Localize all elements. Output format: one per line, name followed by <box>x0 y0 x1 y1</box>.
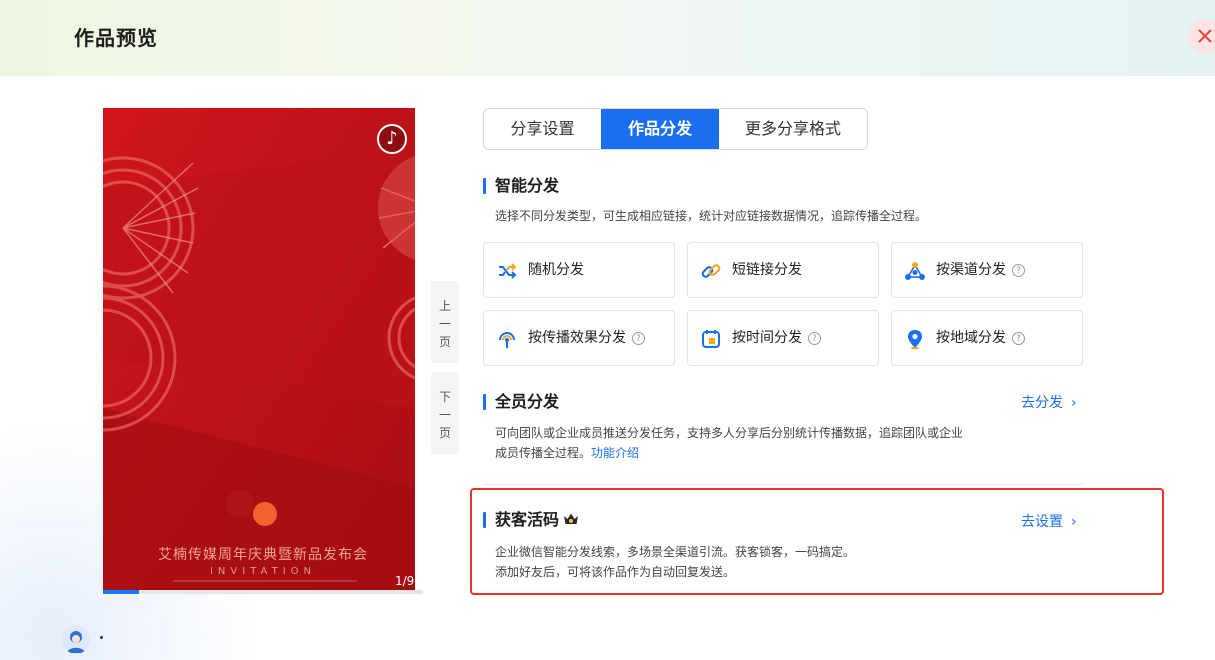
region-distribution-card[interactable]: 按地域分发? <box>891 310 1083 366</box>
leads-desc-line: 添加好友后，可将该作品作为自动回复发送。 <box>495 565 736 579</box>
leads-desc-line: 企业微信智能分发线索，多场景全渠道引流。获客锁客，一码搞定。 <box>495 545 856 559</box>
short-link-distribution-card[interactable]: 短链接分发 <box>687 242 879 298</box>
next-page-char: 页 <box>438 426 451 440</box>
go-distribute-link[interactable]: 去分发 › <box>1021 392 1077 412</box>
feature-intro-link[interactable]: 功能介绍 <box>591 446 639 460</box>
go-settings-label: 去设置 <box>1021 514 1063 530</box>
location-pin-icon <box>908 330 922 350</box>
event-title: 艾楠传媒周年庆典暨新品发布会 <box>158 547 368 563</box>
prev-page-char: 页 <box>438 335 451 349</box>
chevron-right-icon: › <box>1071 395 1077 411</box>
card-label-text: 按地域分发 <box>936 330 1006 346</box>
smart-distribution-desc: 选择不同分发类型，可生成相应链接，统计对应链接数据情况，追踪传播全过程。 <box>495 209 928 223</box>
staff-distribution-title: 全员分发 <box>483 393 559 411</box>
leads-code-title: 获客活码 <box>483 511 579 529</box>
card-label-text: 按传播效果分发 <box>528 330 626 346</box>
random-distribution-card[interactable]: 随机分发 <box>483 242 675 298</box>
card-label: 按渠道分发? <box>936 260 1025 280</box>
close-button[interactable] <box>1188 19 1215 53</box>
help-icon[interactable]: ? <box>1012 264 1025 277</box>
tab-distribution[interactable]: 作品分发 <box>601 109 719 149</box>
music-icon[interactable]: ♪ <box>377 124 407 154</box>
staff-desc-line: 可向团队或企业成员推送分发任务，支持多人分享后分别统计传播数据，追踪团队或企业 <box>495 426 964 440</box>
prev-page-char: 上 <box>438 299 451 313</box>
staff-desc-text: 成员传播全过程。 <box>495 446 592 460</box>
preview-artwork <box>103 108 415 594</box>
card-label-text: 按时间分发 <box>732 330 802 346</box>
next-page-button[interactable]: 下 一 页 <box>431 372 459 454</box>
go-settings-link[interactable]: 去设置 › <box>1021 511 1077 531</box>
invitation-text: INVITATION <box>209 566 317 577</box>
page-counter: 1/9 <box>395 574 415 588</box>
broadcast-icon <box>499 332 515 348</box>
go-distribute-label: 去分发 <box>1021 395 1063 411</box>
help-icon[interactable]: ? <box>632 332 645 345</box>
help-icon[interactable]: ? <box>808 332 821 345</box>
user-avatar[interactable] <box>62 626 90 654</box>
next-page-char: 一 <box>438 408 451 422</box>
tab-share-settings[interactable]: 分享设置 <box>484 109 601 149</box>
effect-distribution-card[interactable]: 按传播效果分发? <box>483 310 675 366</box>
help-icon[interactable]: ? <box>1012 332 1025 345</box>
preview-progress-fill <box>103 590 139 594</box>
preview-progress-track <box>103 590 423 594</box>
chevron-right-icon: › <box>1071 514 1077 530</box>
card-label: 随机分发 <box>528 262 584 278</box>
leads-code-title-text: 获客活码 <box>495 510 560 529</box>
prev-page-char: 一 <box>438 317 451 331</box>
avatar-icon <box>62 626 90 654</box>
channel-distribution-card[interactable]: 按渠道分发? <box>891 242 1083 298</box>
card-label: 按地域分发? <box>936 328 1025 348</box>
card-label: 按传播效果分发? <box>528 328 645 348</box>
link-icon <box>701 264 721 278</box>
section-divider <box>483 484 1083 485</box>
next-page-char: 下 <box>438 390 451 404</box>
card-label: 按时间分发? <box>732 328 821 348</box>
vip-crown-icon <box>564 513 579 524</box>
shuffle-icon <box>499 263 517 279</box>
close-icon <box>1198 29 1212 43</box>
staff-desc-line2: 成员传播全过程。功能介绍 <box>495 443 963 463</box>
channel-icon <box>905 262 925 280</box>
smart-distribution-title: 智能分发 <box>483 177 559 195</box>
prev-page-button[interactable]: 上 一 页 <box>431 281 459 363</box>
card-label-text: 按渠道分发 <box>936 262 1006 278</box>
header-bar: 作品预览 <box>0 0 1215 76</box>
tab-bar: 分享设置 作品分发 更多分享格式 <box>483 108 868 150</box>
page-title: 作品预览 <box>74 26 158 50</box>
staff-distribution-desc: 可向团队或企业成员推送分发任务，支持多人分享后分别统计传播数据，追踪团队或企业 … <box>495 423 963 463</box>
work-preview: ♪ 艾楠传媒周年庆典暨新品发布会 INVITATION 1/9 <box>103 108 415 594</box>
status-dot <box>100 636 103 639</box>
calendar-icon <box>702 330 720 348</box>
leads-code-desc: 企业微信智能分发线索，多场景全渠道引流。获客锁客，一码搞定。 添加好友后，可将该… <box>495 542 855 582</box>
tab-more-share-formats[interactable]: 更多分享格式 <box>719 109 867 149</box>
time-distribution-card[interactable]: 按时间分发? <box>687 310 879 366</box>
card-label: 短链接分发 <box>732 262 802 278</box>
